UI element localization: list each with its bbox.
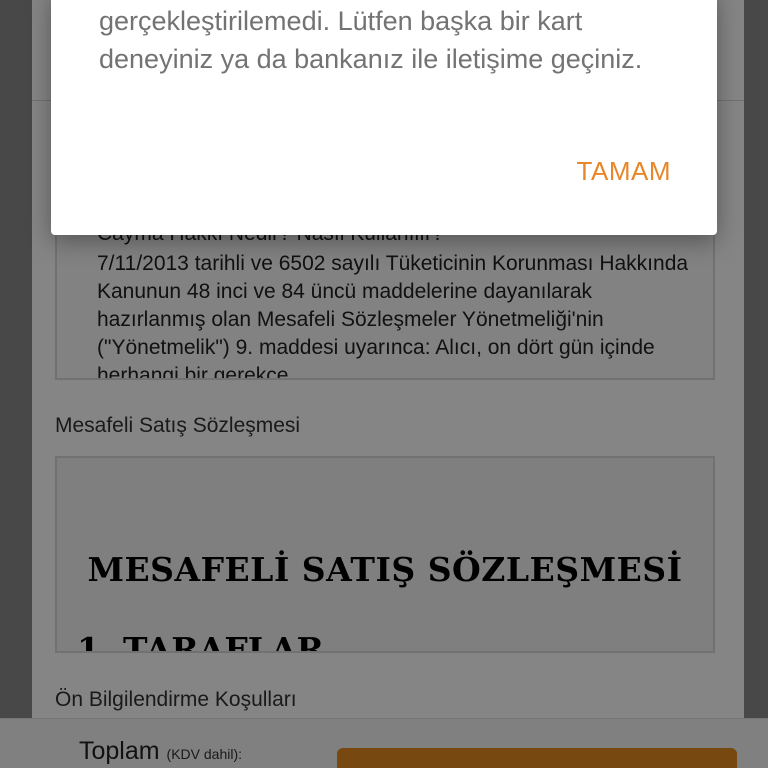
- dialog-message: gerçekleştirilemedi. Lütfen başka bir ka…: [99, 6, 643, 74]
- payment-error-dialog: gerçekleştirilemedi. Lütfen başka bir ka…: [51, 0, 717, 235]
- checkout-screen: Cayma Hakkı Nedir? Nasıl Kullanılır? 7/1…: [0, 0, 768, 768]
- ok-button[interactable]: TAMAM: [577, 156, 671, 187]
